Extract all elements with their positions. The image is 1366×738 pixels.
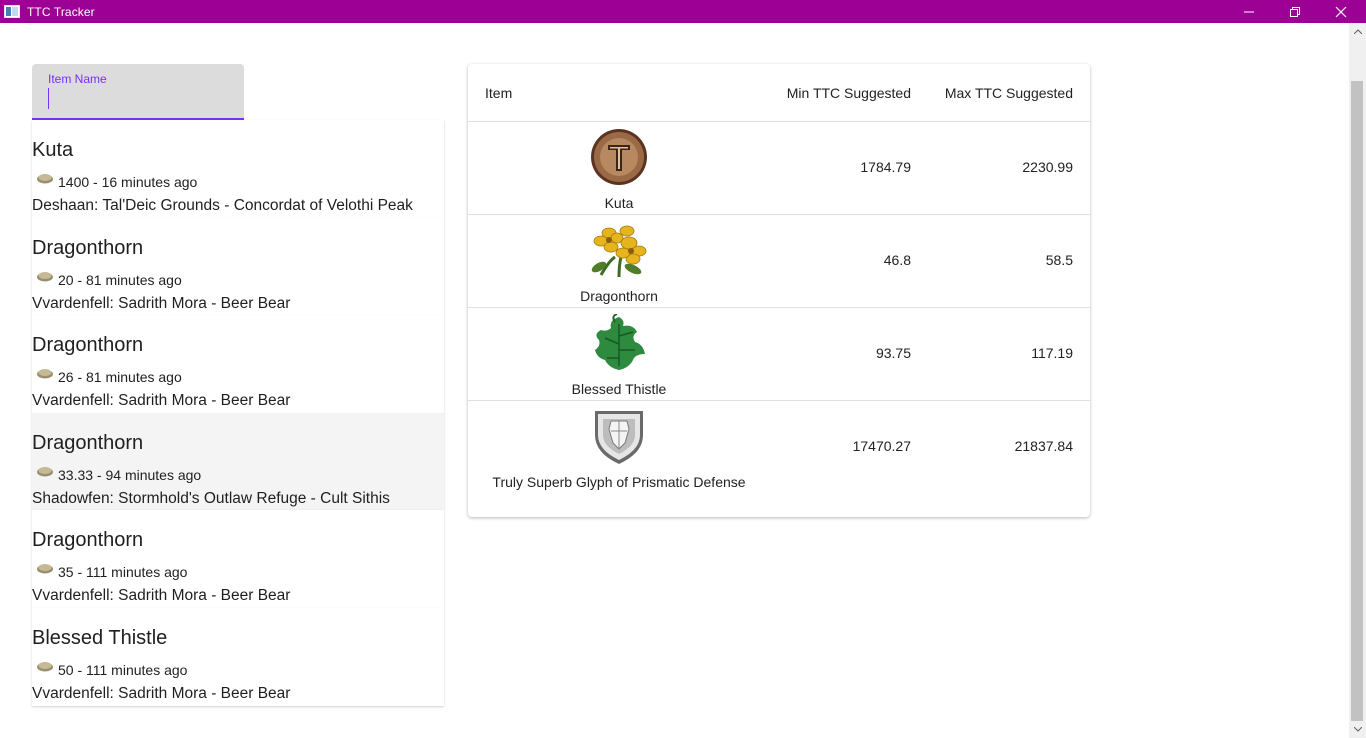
table-row[interactable]: Kuta 1784.79 2230.99 [468,122,1090,215]
scroll-thumb[interactable] [1351,81,1363,721]
gold-coin-icon [37,369,53,379]
max-price-cell: 117.19 [1031,345,1073,361]
listing-meta: 20 - 81 minutes ago [36,266,182,288]
table-header: Item Min TTC Suggested Max TTC Suggested [468,64,1090,122]
listing-location: Vvardenfell: Sadrith Mora - Beer Bear [32,684,291,702]
listing-price-time: 26 - 81 minutes ago [58,369,182,386]
listing-price-time: 35 - 111 minutes ago [58,564,188,581]
blessed-thistle-leaf-icon [595,314,645,370]
item-name-cell: Kuta [604,195,634,211]
list-item[interactable]: Dragonthorn 33.33 - 94 minutes ago Shado… [32,412,444,511]
restore-icon [1290,6,1300,17]
listing-meta: 1400 - 16 minutes ago [36,168,197,190]
glyph-shield-icon [595,411,643,464]
minimize-icon [1244,11,1254,12]
gold-coin-icon [37,174,53,184]
item-name-cell: Dragonthorn [580,288,658,304]
listing-item-name: Dragonthorn [32,431,144,454]
item-name-label: Item Name [48,72,107,86]
column-header-item[interactable]: Item [485,85,512,101]
listing-item-name: Dragonthorn [32,529,144,552]
listing-price-time: 20 - 81 minutes ago [58,271,182,288]
window-title: TTC Tracker [27,4,95,19]
scroll-up-button[interactable] [1349,23,1366,40]
listing-meta: 35 - 111 minutes ago [36,558,187,580]
list-item[interactable]: Kuta 1400 - 16 minutes ago Deshaan: Tal'… [32,120,444,218]
gold-coin-icon [37,466,53,477]
min-price-cell: 46.8 [883,252,911,268]
item-name-cell: Blessed Thistle [571,381,667,397]
listing-price-time: 1400 - 16 minutes ago [58,174,198,190]
listing-list: Kuta 1400 - 16 minutes ago Deshaan: Tal'… [32,120,444,706]
list-item[interactable]: Dragonthorn 26 - 81 minutes ago Vvardenf… [32,315,444,413]
listing-meta: 33.33 - 94 minutes ago [36,461,201,483]
item-name-field[interactable]: Item Name [32,64,244,120]
dragonthorn-flower-icon [591,225,647,278]
listing-item-name: Dragonthorn [32,236,144,259]
table-row[interactable]: Truly Superb Glyph of Prismatic Defense … [468,401,1090,494]
max-price-cell: 2230.99 [1022,159,1073,175]
listing-meta: 50 - 111 minutes ago [36,656,187,678]
gold-coin-icon [37,564,53,574]
scroll-down-button[interactable] [1349,721,1366,738]
vertical-scrollbar[interactable] [1349,23,1366,738]
column-header-max[interactable]: Max TTC Suggested [945,85,1073,101]
listing-item-name: Blessed Thistle [32,626,168,649]
max-price-cell: 21837.84 [1014,438,1073,454]
title-bar: TTC Tracker [0,0,1366,23]
max-price-cell: 58.5 [1045,252,1073,268]
list-item[interactable]: Blessed Thistle 50 - 111 minutes ago Vva… [32,607,444,706]
listing-location: Vvardenfell: Sadrith Mora - Beer Bear [32,294,291,312]
gold-coin-icon [37,661,53,672]
listing-location: Deshaan: Tal'Deic Grounds - Concordat of… [32,197,413,214]
column-header-min[interactable]: Min TTC Suggested [787,85,911,101]
listing-location: Vvardenfell: Sadrith Mora - Beer Bear [32,392,291,410]
listing-item-name: Kuta [32,139,74,161]
listing-meta: 26 - 81 minutes ago [36,363,182,385]
price-table: Item Min TTC Suggested Max TTC Suggested… [468,64,1090,517]
text-caret [48,88,49,109]
chevron-up-icon [1353,29,1362,34]
chevron-down-icon [1353,727,1362,732]
listing-price-time: 33.33 - 94 minutes ago [58,466,202,483]
kuta-rune-icon [591,129,647,185]
listing-location: Shadowfen: Stormhold's Outlaw Refuge - C… [32,489,390,507]
minimize-button[interactable] [1226,0,1272,23]
listing-location: Vvardenfell: Sadrith Mora - Beer Bear [32,587,291,605]
listing-price-time: 50 - 111 minutes ago [58,661,188,678]
close-icon [1335,6,1347,17]
gold-coin-icon [37,271,53,282]
table-row[interactable]: Blessed Thistle 93.75 117.19 [468,308,1090,401]
app-icon [4,5,20,18]
min-price-cell: 93.75 [875,345,911,361]
min-price-cell: 1784.79 [860,159,911,175]
table-row[interactable]: Dragonthorn 46.8 58.5 [468,215,1090,308]
item-name-cell: Truly Superb Glyph of Prismatic Defense [492,474,746,490]
restore-button[interactable] [1272,0,1318,23]
min-price-cell: 17470.27 [852,438,911,454]
listing-item-name: Dragonthorn [32,334,144,357]
list-item[interactable]: Dragonthorn 20 - 81 minutes ago Vvardenf… [32,217,444,316]
item-name-input[interactable] [48,88,228,110]
close-button[interactable] [1318,0,1364,23]
list-item[interactable]: Dragonthorn 35 - 111 minutes ago Vvarden… [32,510,444,608]
